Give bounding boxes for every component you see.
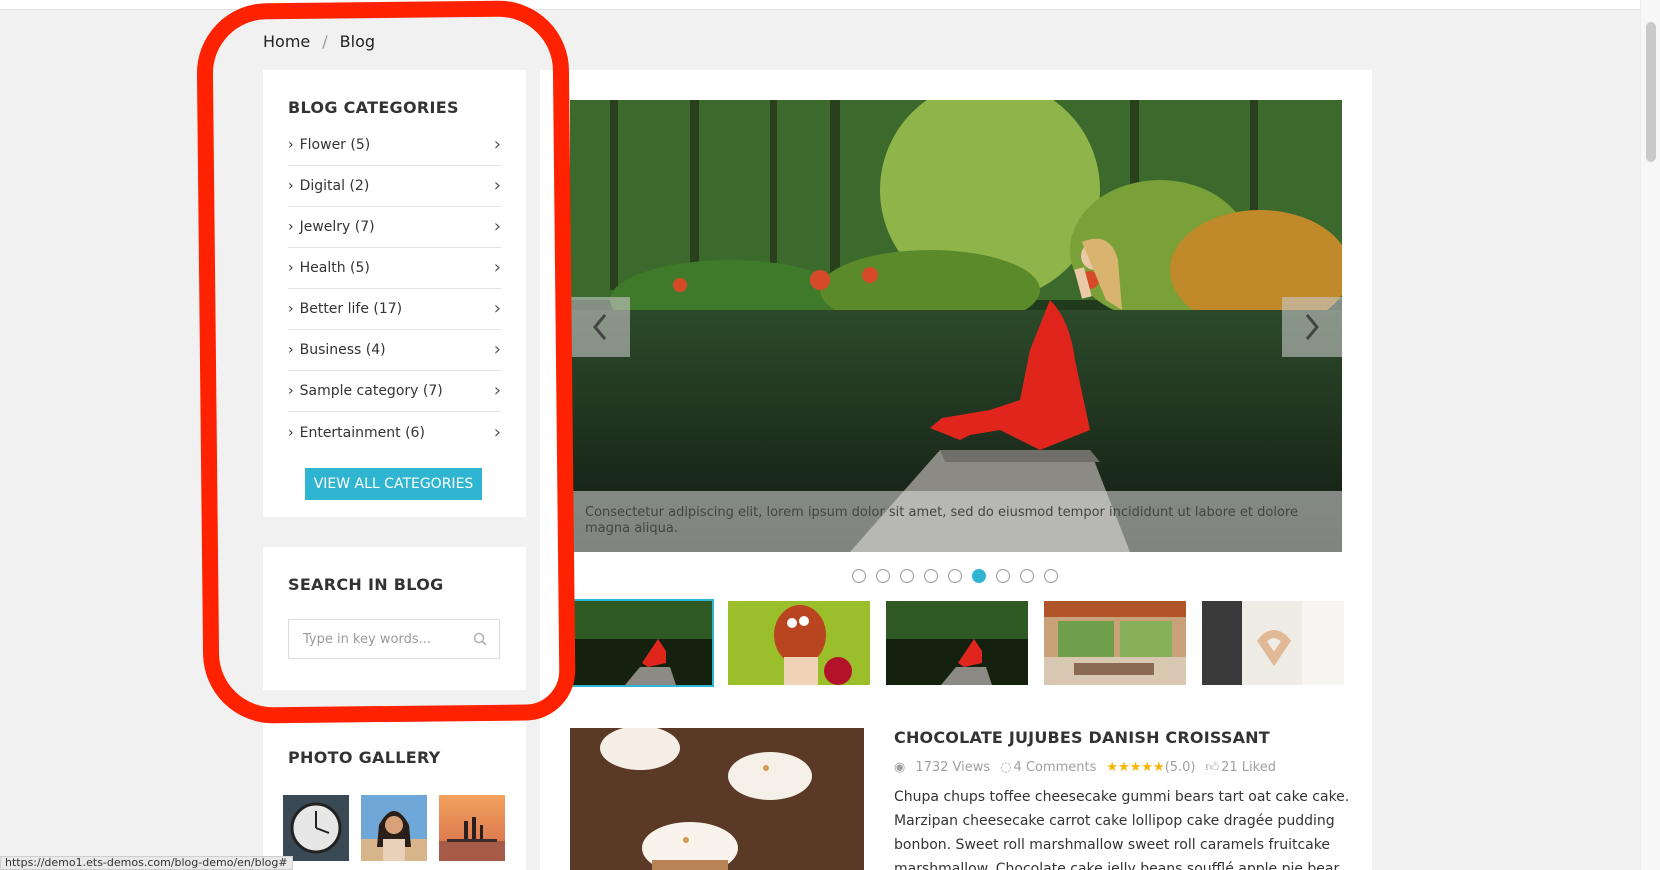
eye-icon: ◉ — [894, 760, 906, 775]
breadcrumb-separator: / — [322, 32, 328, 51]
chevron-right-icon — [1305, 314, 1319, 340]
status-bar-url: https://demo1.ets-demos.com/blog-demo/en… — [0, 856, 293, 870]
slider-thumb-lake[interactable] — [568, 599, 714, 687]
post-title[interactable]: CHOCOLATE JUJUBES DANISH CROISSANT — [894, 728, 1270, 747]
category-item-better-life[interactable]: Better life (17) › — [288, 289, 501, 330]
post-comments[interactable]: 4 Comments — [1014, 760, 1097, 775]
category-item-jewelry[interactable]: Jewelry (7) › — [288, 207, 501, 248]
gallery-photo-clock[interactable] — [283, 795, 349, 861]
slider-pagination — [852, 569, 1058, 583]
page-scrollbar[interactable] — [1640, 0, 1660, 870]
slider-main-image[interactable]: Consectetur adipiscing elit, lorem ipsum… — [570, 100, 1342, 552]
chevron-left-icon — [593, 314, 607, 340]
chevron-right-icon: › — [493, 339, 501, 360]
post-image-cupcakes[interactable] — [570, 728, 864, 870]
post-excerpt: Chupa chups toffee cheesecake gummi bear… — [894, 789, 1350, 870]
slider-thumb-lake-2[interactable] — [886, 601, 1028, 685]
slider-thumb-interior[interactable] — [1044, 601, 1186, 685]
post-views: 1732 Views — [915, 760, 991, 775]
slider-prev-button[interactable] — [570, 297, 630, 357]
slider-dot[interactable] — [948, 569, 962, 583]
category-label: Business (4) — [288, 342, 386, 358]
chevron-right-icon: › — [493, 421, 501, 443]
slider-thumb-wedding-hands[interactable] — [1202, 601, 1344, 685]
slider-dot[interactable] — [876, 569, 890, 583]
post-likes: 21 Liked — [1221, 760, 1276, 775]
category-list: Flower (5) › Digital (2) › Jewelry (7) › He… — [288, 125, 501, 453]
category-label: Sample category (7) — [288, 383, 443, 399]
photo-gallery-card: PHOTO GALLERY — [263, 720, 526, 870]
gallery-photo-sunset-pier[interactable] — [439, 795, 505, 861]
chevron-right-icon: › — [493, 175, 501, 196]
chevron-right-icon: › — [493, 216, 501, 237]
comment-icon: ◌ — [1000, 760, 1012, 775]
slider-dot[interactable] — [1020, 569, 1034, 583]
thumbs-up-icon[interactable]: 👍︎ — [1206, 760, 1220, 775]
category-item-flower[interactable]: Flower (5) › — [288, 125, 501, 166]
slider-dot[interactable] — [996, 569, 1010, 583]
category-item-business[interactable]: Business (4) › — [288, 330, 501, 371]
slider-dot[interactable] — [1044, 569, 1058, 583]
search-blog-title: SEARCH IN BLOG — [288, 575, 444, 594]
photo-gallery-title: PHOTO GALLERY — [288, 748, 441, 767]
chevron-right-icon: › — [493, 380, 501, 401]
chevron-right-icon: › — [493, 298, 501, 319]
category-label: Digital (2) — [288, 178, 370, 194]
category-label: Better life (17) — [288, 301, 403, 317]
slider-dot[interactable] — [972, 569, 986, 583]
category-item-digital[interactable]: Digital (2) › — [288, 166, 501, 207]
chevron-right-icon: › — [493, 257, 501, 278]
category-label: Health (5) — [288, 260, 370, 276]
category-label: Flower (5) — [288, 137, 371, 153]
post-rating: (5.0) — [1164, 760, 1196, 775]
post-meta: ◉ 1732 Views ◌ 4 Comments ★★★★★ (5.0) 👍︎… — [894, 760, 1276, 775]
breadcrumb-home-link[interactable]: Home — [263, 32, 310, 51]
blog-categories-card: BLOG CATEGORIES Flower (5) › Digital (2) ›… — [263, 70, 526, 517]
slider-dot[interactable] — [924, 569, 938, 583]
category-label: Entertainment (6) — [288, 425, 425, 441]
search-blog-card: SEARCH IN BLOG — [263, 547, 526, 690]
category-item-entertainment[interactable]: Entertainment (6) › — [288, 412, 501, 453]
slider-caption: Consectetur adipiscing elit, lorem ipsum… — [570, 491, 1342, 552]
chevron-right-icon: › — [493, 134, 501, 155]
scrollbar-thumb[interactable] — [1646, 22, 1656, 162]
category-item-health[interactable]: Health (5) › — [288, 248, 501, 289]
search-box — [288, 619, 500, 659]
category-item-sample-category[interactable]: Sample category (7) › — [288, 371, 501, 412]
search-icon[interactable] — [473, 632, 487, 646]
slider-thumb-bride-flowers[interactable] — [728, 601, 870, 685]
slider-dot[interactable] — [852, 569, 866, 583]
breadcrumb-current: Blog — [339, 32, 376, 51]
blog-categories-title: BLOG CATEGORIES — [288, 98, 459, 117]
gallery-photo-woman[interactable] — [361, 795, 427, 861]
category-label: Jewelry (7) — [288, 219, 375, 235]
browser-top-edge — [0, 0, 1640, 10]
breadcrumb: Home / Blog — [263, 32, 375, 51]
search-input[interactable] — [303, 631, 463, 647]
slider-next-button[interactable] — [1282, 297, 1342, 357]
view-all-categories-button[interactable]: VIEW ALL CATEGORIES — [305, 468, 482, 500]
slider-dot[interactable] — [900, 569, 914, 583]
rating-stars: ★★★★★ — [1106, 760, 1165, 775]
